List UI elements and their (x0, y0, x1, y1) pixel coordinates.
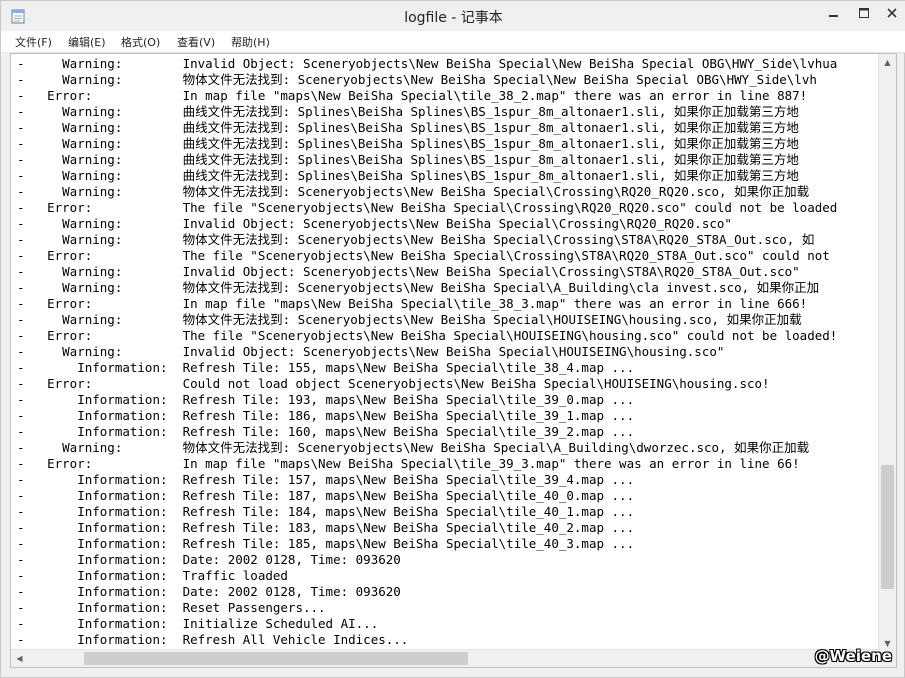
watermark: @Weiene (814, 647, 892, 665)
log-line: - Warning: 曲线文件无法找到: Splines\BeiSha Spli… (17, 136, 799, 151)
log-line: - Warning: Invalid Object: Sceneryobject… (17, 264, 800, 279)
minimize-button[interactable] (819, 2, 849, 24)
log-line: - Error: In map file "maps\New BeiSha Sp… (17, 296, 808, 311)
log-text-area[interactable]: - Warning: Invalid Object: Sceneryobject… (11, 54, 880, 652)
log-line: - Information: Refresh Tile: 185, maps\N… (17, 536, 635, 551)
log-line: - Information: Date: 2002 0128, Time: 09… (17, 552, 401, 567)
horizontal-scrollbar[interactable]: ◀ ▶ (11, 649, 880, 667)
menu-bar: 文件(F) 编辑(E) 格式(O) 查看(V) 帮助(H) (1, 31, 905, 53)
log-line: - Warning: 物体文件无法找到: Sceneryobjects\New … (17, 312, 802, 327)
log-line: - Warning: Invalid Object: Sceneryobject… (17, 56, 838, 71)
log-line: - Warning: 物体文件无法找到: Sceneryobjects\New … (17, 280, 820, 295)
scroll-left-icon[interactable]: ◀ (11, 650, 28, 667)
log-line: - Information: Refresh Tile: 187, maps\N… (17, 488, 635, 503)
menu-edit[interactable]: 编辑(E) (68, 34, 106, 50)
log-line: - Warning: 曲线文件无法找到: Splines\BeiSha Spli… (17, 104, 799, 119)
log-line: - Error: In map file "maps\New BeiSha Sp… (17, 88, 808, 103)
log-line: - Information: Refresh Tile: 157, maps\N… (17, 472, 635, 487)
vertical-scroll-thumb[interactable] (881, 465, 894, 589)
title-bar[interactable]: logfile - 记事本 (1, 1, 905, 31)
log-line: - Error: The file "Sceneryobjects\New Be… (17, 328, 838, 343)
vertical-scrollbar[interactable]: ▲ ▼ (878, 54, 896, 652)
text-editor[interactable]: - Warning: Invalid Object: Sceneryobject… (10, 53, 897, 668)
log-line: - Warning: Invalid Object: Sceneryobject… (17, 216, 732, 231)
log-line: - Warning: 物体文件无法找到: Sceneryobjects\New … (17, 232, 815, 247)
close-icon (887, 8, 897, 18)
log-line: - Warning: 曲线文件无法找到: Splines\BeiSha Spli… (17, 168, 799, 183)
menu-format[interactable]: 格式(O) (121, 34, 160, 50)
horizontal-scroll-thumb[interactable] (84, 652, 468, 665)
minimize-icon (829, 15, 838, 17)
log-line: - Warning: 物体文件无法找到: Sceneryobjects\New … (17, 184, 810, 199)
menu-view[interactable]: 查看(V) (177, 34, 215, 50)
log-line: - Warning: Invalid Object: Sceneryobject… (17, 344, 725, 359)
log-line: - Error: The file "Sceneryobjects\New Be… (17, 200, 838, 215)
log-line: - Warning: 物体文件无法找到: Sceneryobjects\New … (17, 72, 817, 87)
log-line: - Information: Refresh Tile: 183, maps\N… (17, 520, 635, 535)
log-line: - Information: Reset Passengers... (17, 600, 326, 615)
notepad-window: logfile - 记事本 文件(F) 编辑(E) 格式(O) 查看(V) 帮助… (0, 0, 905, 678)
scroll-up-icon[interactable]: ▲ (879, 54, 896, 71)
log-line: - Information: Refresh Tile: 160, maps\N… (17, 424, 635, 439)
log-line: - Warning: 曲线文件无法找到: Splines\BeiSha Spli… (17, 152, 799, 167)
log-line: - Error: Could not load object Sceneryob… (17, 376, 770, 391)
log-line: - Warning: 物体文件无法找到: Sceneryobjects\New … (17, 440, 810, 455)
log-line: - Information: Refresh All Vehicle Indic… (17, 632, 409, 647)
menu-help[interactable]: 帮助(H) (231, 34, 270, 50)
close-button[interactable] (879, 2, 905, 24)
log-line: - Information: Traffic loaded (17, 568, 288, 583)
maximize-icon (859, 8, 869, 18)
log-line: - Information: Refresh Tile: 186, maps\N… (17, 408, 635, 423)
log-line: - Information: Refresh Tile: 184, maps\N… (17, 504, 635, 519)
log-line: - Information: Date: 2002 0128, Time: 09… (17, 584, 401, 599)
log-line: - Warning: 曲线文件无法找到: Splines\BeiSha Spli… (17, 120, 799, 135)
log-line: - Information: Refresh Tile: 193, maps\N… (17, 392, 635, 407)
maximize-button[interactable] (849, 2, 879, 24)
window-title: logfile - 记事本 (404, 10, 503, 26)
log-line: - Error: In map file "maps\New BeiSha Sp… (17, 456, 800, 471)
log-line: - Information: Refresh Tile: 155, maps\N… (17, 360, 635, 375)
log-line: - Error: The file "Sceneryobjects\New Be… (17, 248, 830, 263)
menu-file[interactable]: 文件(F) (15, 34, 52, 50)
log-line: - Information: Initialize Scheduled AI..… (17, 616, 379, 631)
